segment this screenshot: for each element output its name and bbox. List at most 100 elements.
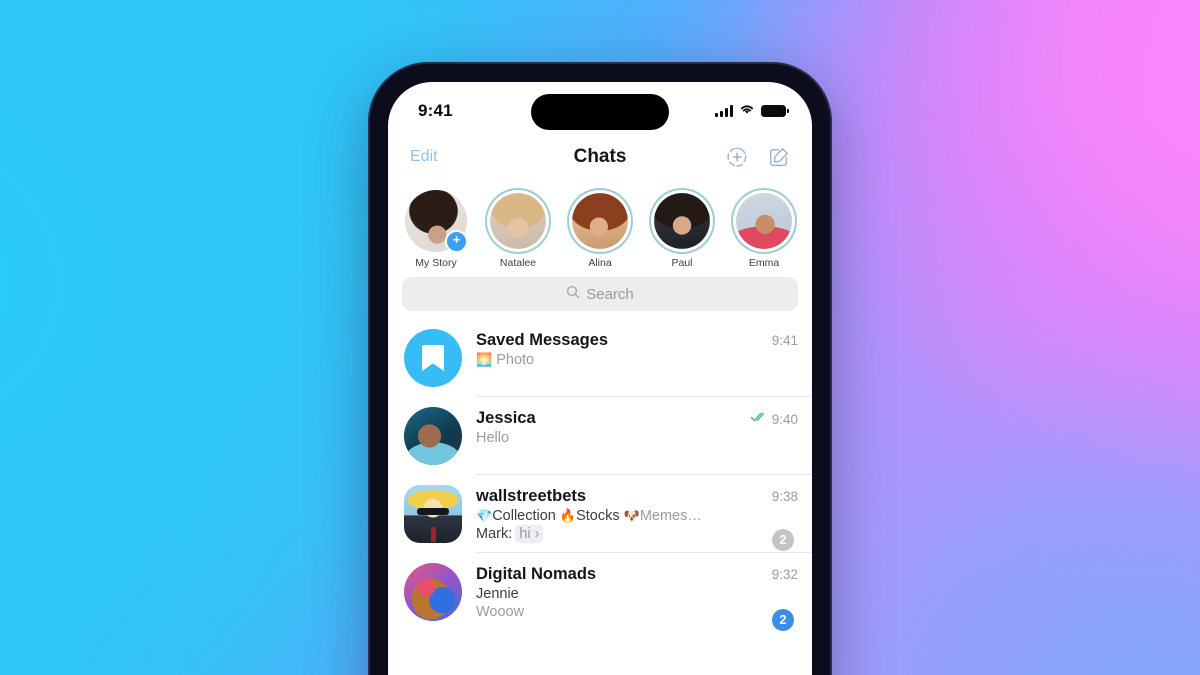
search-input[interactable]: Search	[402, 277, 798, 311]
chat-list-item-wallstreetbets[interactable]: wallstreetbets 9:38 💎Collection 🔥Stocks …	[388, 475, 812, 553]
chat-timestamp: 9:41	[771, 333, 798, 348]
reply-sender: Mark:	[476, 526, 513, 542]
compose-icon[interactable]	[768, 146, 790, 168]
fire-emoji-icon: 🔥	[559, 508, 577, 523]
dynamic-island	[531, 94, 669, 130]
chat-topic-list: 💎Collection 🔥Stocks 🐶Memes…	[476, 508, 798, 524]
chat-list[interactable]: Saved Messages 9:41 🌅 Photo Jessica 9:40…	[388, 319, 812, 631]
avatar-image	[736, 193, 792, 249]
wifi-icon	[739, 102, 755, 120]
story-item-my-story[interactable]: + My Story	[402, 190, 470, 269]
avatar	[404, 485, 462, 543]
chat-preview-text: Photo	[496, 352, 535, 368]
avatar	[404, 563, 462, 621]
edit-button[interactable]: Edit	[410, 148, 438, 166]
chat-list-item-saved-messages[interactable]: Saved Messages 9:41 🌅 Photo	[388, 319, 812, 397]
chat-reply-preview: Mark: hi ›	[476, 525, 798, 543]
avatar	[404, 407, 462, 465]
avatar-image	[404, 485, 462, 543]
avatar	[736, 193, 792, 249]
dog-emoji-icon: 🐶	[623, 508, 640, 523]
sunglasses-detail	[416, 508, 450, 515]
story-item-emma[interactable]: Emma	[730, 190, 798, 269]
chat-title: Digital Nomads	[476, 565, 597, 583]
chat-content: Jessica 9:40 Hello	[462, 407, 798, 446]
avatar	[490, 193, 546, 249]
story-avatar-wrap: +	[405, 190, 468, 253]
unread-badge: 2	[772, 529, 794, 551]
topic-label-collection: Collection	[492, 508, 556, 524]
chat-content: wallstreetbets 9:38 💎Collection 🔥Stocks …	[462, 485, 798, 543]
avatar-image	[654, 193, 710, 249]
story-avatar-wrap	[569, 190, 631, 252]
story-item-paul[interactable]: Paul	[648, 190, 716, 269]
chat-header-row: wallstreetbets 9:38	[476, 487, 798, 506]
chat-preview-text: Hello	[476, 430, 510, 446]
search-placeholder: Search	[586, 285, 634, 303]
reply-text: hi ›	[515, 525, 544, 543]
avatar-image	[490, 193, 546, 249]
chat-title: Saved Messages	[476, 331, 609, 349]
page-title: Chats	[573, 146, 627, 167]
bookmark-icon	[422, 345, 444, 371]
battery-icon	[761, 105, 789, 117]
avatar	[572, 193, 628, 249]
story-name: My Story	[415, 257, 457, 269]
gradient-background: 9:41 Edit Chats + My Story Natalee Alina…	[0, 0, 1200, 675]
story-avatar-wrap	[733, 190, 795, 252]
chat-meta: 9:32	[764, 567, 798, 582]
photo-emoji-icon: 🌅	[476, 352, 493, 367]
iphone-device-frame: 9:41 Edit Chats + My Story Natalee Alina…	[368, 62, 832, 675]
topic-label-memes: Memes…	[639, 508, 702, 524]
story-avatar-wrap	[487, 190, 549, 252]
chat-timestamp: 9:32	[771, 567, 798, 582]
add-story-icon[interactable]	[726, 146, 748, 168]
chat-title: Jessica	[476, 409, 536, 427]
chat-list-item-jessica[interactable]: Jessica 9:40 Hello	[388, 397, 812, 475]
add-story-badge[interactable]: +	[445, 230, 468, 253]
story-item-natalee[interactable]: Natalee	[484, 190, 552, 269]
phone-screen: 9:41 Edit Chats + My Story Natalee Alina…	[388, 82, 812, 675]
cellular-signal-icon	[715, 105, 733, 117]
story-name: Paul	[671, 257, 693, 269]
story-name: Alina	[588, 257, 612, 269]
search-icon	[566, 285, 580, 304]
chat-timestamp: 9:38	[771, 489, 798, 504]
chat-meta: 9:38	[764, 489, 798, 504]
avatar-image	[404, 563, 462, 621]
chat-meta: 9:40	[742, 410, 798, 428]
nav-actions	[726, 146, 790, 168]
search-container: Search	[388, 271, 812, 319]
chat-sender-name: Jennie	[476, 586, 519, 602]
chevron-right-icon: ›	[534, 526, 540, 542]
gem-emoji-icon: 💎	[476, 508, 493, 523]
chat-content: Saved Messages 9:41 🌅 Photo	[462, 329, 798, 368]
chat-timestamp: 9:40	[771, 411, 798, 427]
avatar-image	[572, 193, 628, 249]
avatar-image	[404, 407, 462, 465]
chat-header-row: Jessica 9:40	[476, 409, 798, 428]
story-avatar-wrap	[651, 190, 713, 252]
story-name: Natalee	[499, 257, 537, 269]
read-receipt-icon	[750, 410, 768, 428]
status-bar-icons	[715, 96, 789, 120]
chat-list-item-digital-nomads[interactable]: Digital Nomads 9:32 Jennie Wooow 2	[388, 553, 812, 631]
chat-header-row: Digital Nomads 9:32	[476, 565, 798, 584]
chat-header-row: Saved Messages 9:41	[476, 331, 798, 350]
avatar	[654, 193, 710, 249]
avatar	[404, 329, 462, 387]
chat-preview-text: Wooow	[476, 604, 525, 620]
navigation-bar: Edit Chats	[388, 134, 812, 180]
unread-badge: 2	[772, 609, 794, 631]
topic-label-stocks: Stocks	[576, 508, 620, 524]
status-bar: 9:41	[388, 82, 812, 134]
tie-detail	[430, 526, 436, 542]
stories-row[interactable]: + My Story Natalee Alina Paul Emma	[388, 180, 812, 271]
status-bar-clock: 9:41	[418, 101, 453, 120]
chat-meta: 9:41	[764, 333, 798, 348]
story-name: Emma	[748, 257, 780, 269]
chat-content: Digital Nomads 9:32 Jennie Wooow	[462, 563, 798, 620]
chat-title: wallstreetbets	[476, 487, 587, 505]
story-item-alina[interactable]: Alina	[566, 190, 634, 269]
chat-preview: 🌅 Photo	[476, 352, 798, 368]
